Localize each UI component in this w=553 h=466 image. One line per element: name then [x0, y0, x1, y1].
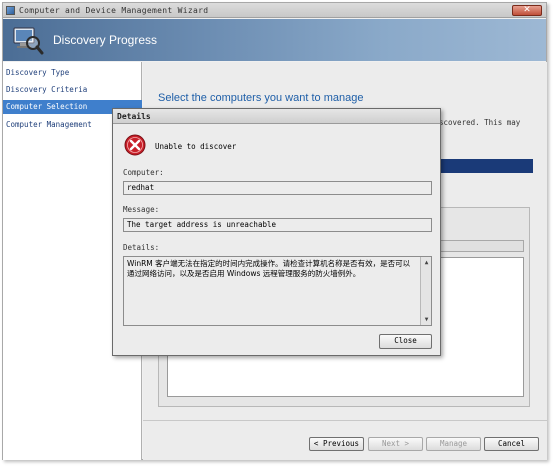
header-banner: Discovery Progress: [3, 19, 546, 61]
page-heading: Select the computers you want to manage: [158, 92, 364, 104]
scroll-down-arrow-icon[interactable]: ▼: [422, 315, 431, 324]
nav-item-discovery-criteria[interactable]: Discovery Criteria: [3, 83, 142, 97]
details-text: WinRM 客户端无法在指定的时间内完成操作。请检查计算机名称是否有效，是否可以…: [127, 259, 411, 278]
window-title: Computer and Device Management Wizard: [19, 6, 209, 15]
details-label: Details:: [123, 243, 160, 252]
computer-field[interactable]: redhat: [123, 181, 432, 195]
title-bar[interactable]: Computer and Device Management Wizard ✕: [3, 3, 546, 18]
banner-title: Discovery Progress: [53, 33, 158, 47]
close-button[interactable]: Close: [379, 334, 432, 349]
details-dialog: Details Unable to discover Computer: red…: [112, 108, 441, 356]
manage-button[interactable]: Manage: [426, 437, 481, 451]
scroll-up-arrow-icon[interactable]: ▲: [422, 258, 431, 267]
footer-divider: [143, 420, 547, 421]
cancel-button[interactable]: Cancel: [484, 437, 539, 451]
nav-item-discovery-type[interactable]: Discovery Type: [3, 66, 142, 80]
previous-button[interactable]: < Previous: [309, 437, 364, 451]
error-icon: [124, 134, 146, 156]
error-message: Unable to discover: [155, 142, 237, 151]
computer-magnifier-icon: [13, 27, 44, 55]
computer-label: Computer:: [123, 168, 164, 177]
message-label: Message:: [123, 205, 160, 214]
wizard-window: Computer and Device Management Wizard ✕ …: [2, 2, 547, 460]
details-field[interactable]: WinRM 客户端无法在指定的时间内完成操作。请检查计算机名称是否有效，是否可以…: [123, 256, 432, 326]
dialog-title: Details: [117, 112, 151, 121]
window-close-button[interactable]: ✕: [512, 5, 542, 16]
intro-text: scovered. This may: [439, 118, 521, 127]
details-scrollbar[interactable]: ▲ ▼: [420, 257, 431, 325]
wizard-app-icon: [6, 6, 15, 15]
next-button[interactable]: Next >: [368, 437, 423, 451]
message-field[interactable]: The target address is unreachable: [123, 218, 432, 232]
dialog-title-bar[interactable]: Details: [113, 109, 440, 124]
list-column-header[interactable]: [431, 240, 524, 252]
progress-strip: [439, 159, 533, 173]
